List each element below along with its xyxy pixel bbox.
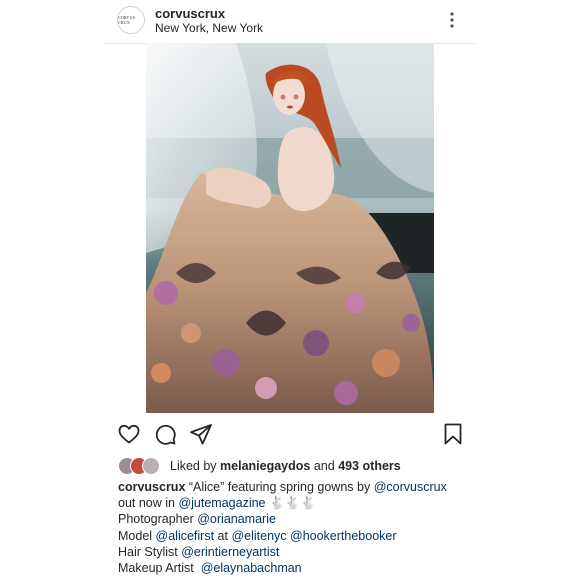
caption-label: Hair Stylist: [118, 544, 182, 559]
caption-tag[interactable]: @elitenyc: [231, 529, 286, 543]
likes-summary[interactable]: Liked by melaniegaydos and 493 others: [118, 456, 478, 476]
caption-label: Photographer: [118, 512, 198, 527]
likes-prefix: Liked by: [170, 459, 217, 473]
caption-tag[interactable]: @elaynabachman: [201, 561, 302, 575]
caption-tag[interactable]: @orianamarie: [197, 512, 276, 526]
caption-username[interactable]: corvuscrux: [118, 480, 185, 494]
avatar-logo-text: CORVUS CRUX: [118, 15, 136, 25]
heart-icon[interactable]: [117, 422, 141, 446]
caption-label: Makeup Artist: [118, 561, 201, 576]
liker-username[interactable]: melaniegaydos: [220, 459, 310, 473]
comment-icon[interactable]: [153, 422, 177, 446]
caption-text: out now in: [118, 496, 179, 511]
caption-text: at: [214, 528, 232, 543]
bookmark-icon[interactable]: [441, 422, 465, 446]
post-username[interactable]: corvuscrux: [155, 6, 225, 21]
post-photo-art: [146, 43, 434, 413]
caption-text: “Alice” featuring spring gowns by: [185, 480, 374, 494]
paper-plane-icon[interactable]: [189, 422, 213, 446]
caption-tag[interactable]: @hookerthebooker: [290, 529, 397, 543]
post-caption: corvuscrux “Alice” featuring spring gown…: [118, 479, 478, 576]
post-location[interactable]: New York, New York: [155, 21, 263, 35]
avatar: [142, 457, 160, 475]
post-photo[interactable]: [146, 43, 434, 413]
likes-others[interactable]: 493 others: [338, 459, 401, 473]
caption-tag[interactable]: @erintierneyartist: [181, 545, 279, 559]
post-actions: [115, 422, 465, 446]
likes-and: and: [313, 459, 335, 473]
caption-tag[interactable]: @alicefirst: [156, 529, 215, 543]
rabbit-emoji: 🐇🐇🐇: [265, 496, 316, 511]
caption-tag[interactable]: @corvuscrux: [374, 480, 447, 494]
more-vertical-icon[interactable]: [449, 12, 455, 28]
caption-label: Model: [118, 528, 156, 543]
post-header: CORVUS CRUX corvuscrux New York, New Yor…: [105, 0, 475, 44]
avatar[interactable]: CORVUS CRUX: [117, 6, 145, 34]
liker-avatars: [118, 457, 166, 475]
caption-tag[interactable]: @jutemagazine: [178, 496, 265, 510]
